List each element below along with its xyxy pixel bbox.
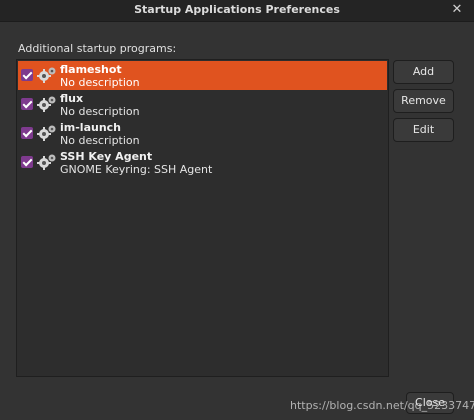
list-item-im-launch[interactable]: im-launch No description: [18, 119, 387, 148]
list-item-flameshot[interactable]: flameshot No description: [18, 61, 387, 90]
list-item-flux[interactable]: flux No description: [18, 90, 387, 119]
gears-icon: [37, 125, 56, 141]
enabled-checkbox[interactable]: [21, 98, 33, 110]
section-label: Additional startup programs:: [18, 42, 177, 55]
list-item-ssh-key-agent[interactable]: SSH Key Agent GNOME Keyring: SSH Agent: [18, 148, 387, 177]
gears-icon: [37, 96, 56, 112]
program-description: No description: [60, 134, 140, 147]
startup-programs-list[interactable]: flameshot No description flux No descrip…: [16, 59, 389, 377]
enabled-checkbox[interactable]: [21, 156, 33, 168]
program-name: im-launch: [60, 121, 122, 134]
program-name: flameshot: [60, 63, 122, 76]
remove-button[interactable]: Remove: [393, 89, 454, 113]
gears-icon: [37, 67, 56, 83]
edit-button[interactable]: Edit: [393, 118, 454, 142]
program-name: SSH Key Agent: [60, 150, 153, 163]
program-description: No description: [60, 76, 140, 89]
program-description: No description: [60, 105, 140, 118]
program-name: flux: [60, 92, 84, 105]
window-title: Startup Applications Preferences: [134, 3, 340, 16]
enabled-checkbox[interactable]: [21, 127, 33, 139]
add-button[interactable]: Add: [393, 60, 454, 84]
gears-icon: [37, 154, 56, 170]
watermark-url: https://blog.csdn.net/qq_52337471: [290, 399, 474, 412]
program-description: GNOME Keyring: SSH Agent: [60, 163, 213, 176]
startup-applications-window: Startup Applications Preferences ✕ Addit…: [0, 0, 474, 420]
window-close-icon[interactable]: ✕: [448, 1, 466, 19]
title-bar[interactable]: Startup Applications Preferences ✕: [0, 0, 474, 22]
enabled-checkbox[interactable]: [21, 69, 33, 81]
